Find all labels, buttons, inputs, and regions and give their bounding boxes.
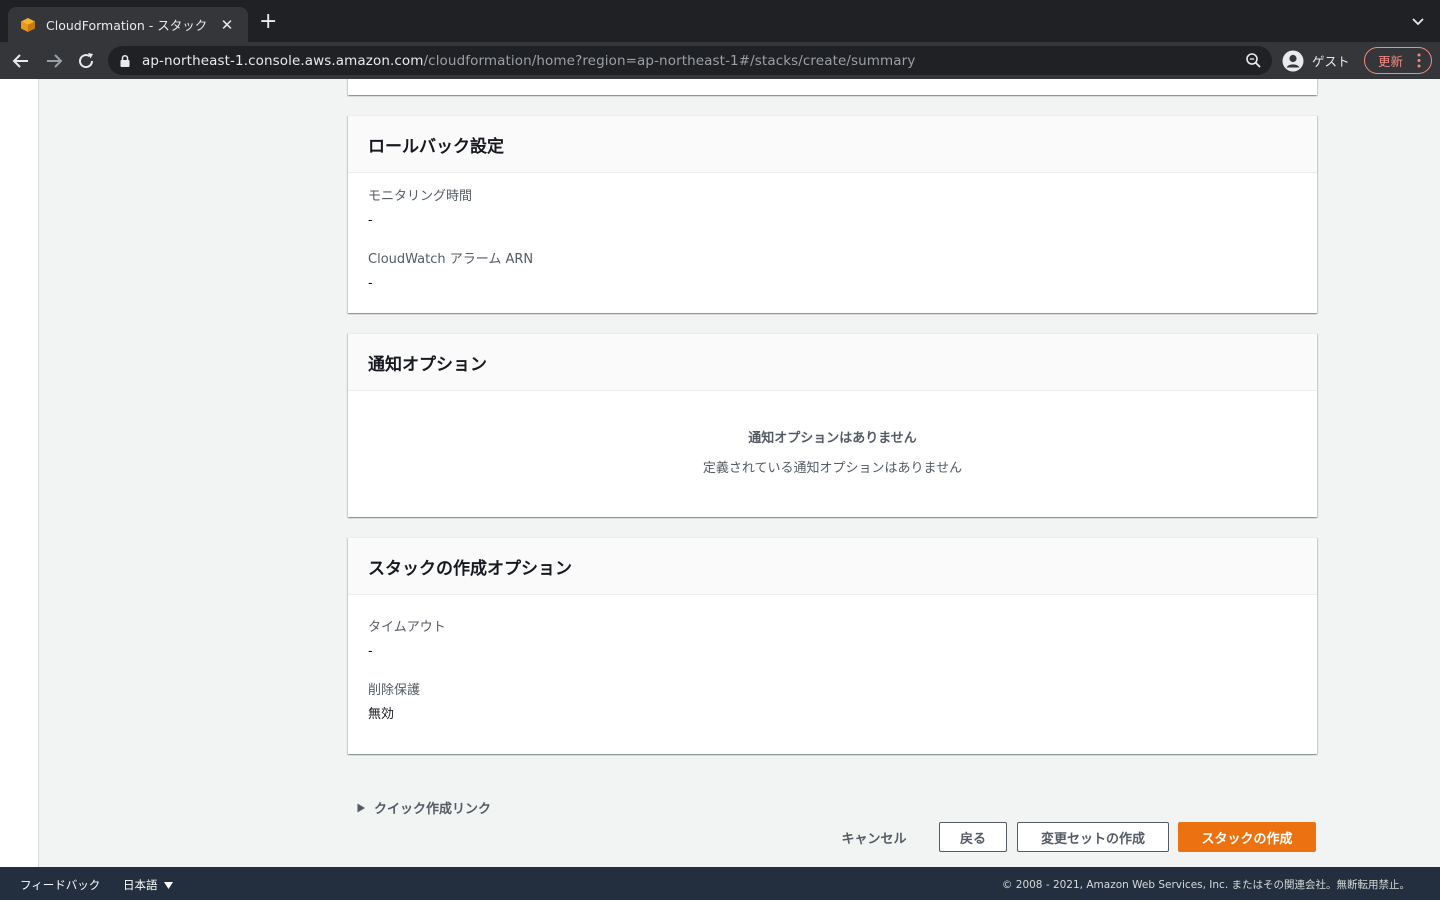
create-stack-button[interactable]: スタックの作成 [1178,822,1316,852]
notification-empty-state: 通知オプションはありません 定義されている通知オプションはありません [348,391,1317,476]
monitoring-time-label: モニタリング時間 [368,189,473,204]
profile-button[interactable]: ゲスト [1282,47,1350,74]
back-arrow-icon[interactable] [10,50,32,72]
rollback-panel-body: モニタリング時間 - CloudWatch アラーム ARN - [348,173,1317,293]
avatar-icon [1282,50,1304,71]
notification-empty-title: 通知オプションはありません [748,431,917,446]
quick-create-link-expander[interactable]: クイック作成リンク [356,798,491,817]
notification-panel: 通知オプション 通知オプションはありません 定義されている通知オプションはありま… [348,333,1317,517]
more-vert-icon [1417,53,1421,68]
collapsed-side-navigation [0,79,39,867]
cloudwatch-alarm-field: CloudWatch アラーム ARN - [368,251,1297,293]
new-tab-icon[interactable]: + [259,11,277,33]
address-bar[interactable]: ap-northeast-1.console.aws.amazon.com/cl… [108,46,1272,75]
browser-tab-bar: CloudFormation - スタック ✕ + [0,0,1440,42]
monitoring-time-value: - [368,213,373,228]
cancel-button[interactable]: キャンセル [830,822,918,852]
timeout-field: タイムアウト - [368,619,1297,661]
rollback-panel: ロールバック設定 モニタリング時間 - CloudWatch アラーム ARN … [348,115,1317,313]
quick-create-link-label: クイック作成リンク [374,802,492,817]
update-label: 更新 [1378,54,1404,69]
termination-protection-value: 無効 [368,707,395,722]
zoom-icon[interactable] [1245,52,1262,69]
url-path: /cloudformation/home?region=ap-northeast… [423,52,916,69]
page-content: ロールバック設定 モニタリング時間 - CloudWatch アラーム ARN … [0,79,1440,867]
tab-search-chevron-icon[interactable] [1410,13,1426,29]
caret-down-icon [163,882,173,889]
notification-panel-title: 通知オプション [368,354,487,375]
profile-label: ゲスト [1312,54,1350,69]
tab-title: CloudFormation - スタック [46,18,208,33]
stack-creation-options-panel: スタックの作成オプション タイムアウト - 削除保護 無効 [348,537,1317,754]
create-change-set-button[interactable]: 変更セットの作成 [1017,822,1169,852]
forward-arrow-icon[interactable] [43,50,65,72]
stack-options-panel-header: スタックの作成オプション [348,538,1317,595]
cloudwatch-alarm-value: - [368,276,373,291]
timeout-label: タイムアウト [368,620,446,635]
termination-protection-field: 削除保護 無効 [368,682,1297,724]
rollback-panel-header: ロールバック設定 [348,116,1317,173]
url-text: ap-northeast-1.console.aws.amazon.com/cl… [142,53,915,69]
timeout-value: - [368,644,373,659]
previous-panel-bottom [348,79,1317,95]
browser-toolbar: ap-northeast-1.console.aws.amazon.com/cl… [0,42,1440,79]
browser-tab[interactable]: CloudFormation - スタック ✕ [8,7,248,42]
tab-close-icon[interactable]: ✕ [218,16,236,34]
termination-protection-label: 削除保護 [368,683,421,698]
back-button[interactable]: 戻る [939,822,1007,852]
reload-icon[interactable] [75,50,97,72]
rollback-panel-title: ロールバック設定 [368,136,504,157]
url-host: ap-northeast-1.console.aws.amazon.com [142,52,424,69]
monitoring-time-field: モニタリング時間 - [368,188,1297,230]
language-label: 日本語 [123,878,158,892]
stack-options-panel-title: スタックの作成オプション [368,558,572,579]
notification-panel-header: 通知オプション [348,334,1317,391]
cloudwatch-alarm-label: CloudWatch アラーム ARN [368,252,534,267]
caret-right-icon [357,803,365,812]
lock-icon [120,54,130,67]
aws-box-icon [21,17,35,32]
stack-options-panel-body: タイムアウト - 削除保護 無効 [348,595,1317,724]
copyright-text: © 2008 - 2021, Amazon Web Services, Inc.… [1001,879,1410,891]
notification-empty-description: 定義されている通知オプションはありません [702,461,963,476]
browser-update-button[interactable]: 更新 [1364,47,1432,74]
feedback-link[interactable]: フィードバック [20,877,100,893]
console-footer: フィードバック 日本語 © 2008 - 2021, Amazon Web Se… [0,867,1440,900]
language-selector[interactable]: 日本語 [123,877,173,893]
